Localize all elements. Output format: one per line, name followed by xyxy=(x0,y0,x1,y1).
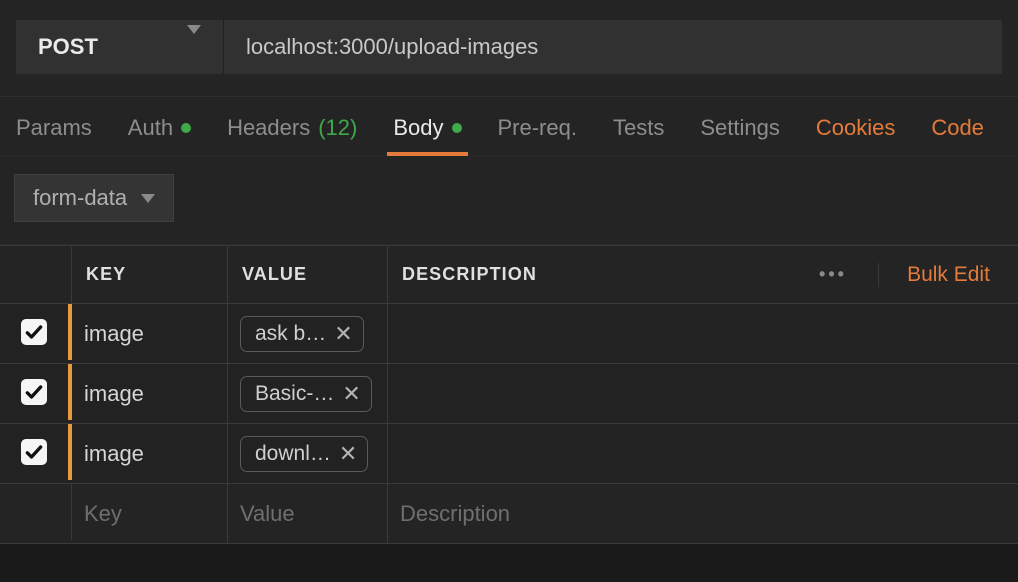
http-method-label: POST xyxy=(38,34,98,60)
row-key-input[interactable]: image xyxy=(72,304,228,363)
file-chip-label: Basic-… xyxy=(255,382,334,406)
file-chip[interactable]: Basic-… ✕ xyxy=(240,376,372,412)
row-value-cell: Basic-… ✕ xyxy=(228,364,388,423)
close-icon[interactable]: ✕ xyxy=(334,321,352,347)
code-link-label: Code xyxy=(931,115,984,141)
description-placeholder[interactable]: Description xyxy=(400,501,510,527)
body-type-select[interactable]: form-data xyxy=(14,174,174,222)
row-check-cell xyxy=(0,304,72,360)
chevron-down-icon xyxy=(141,194,155,203)
tab-prereq-label: Pre-req. xyxy=(498,115,577,141)
file-chip-label: downl… xyxy=(255,442,331,466)
file-chip[interactable]: downl… ✕ xyxy=(240,436,368,472)
row-check-cell xyxy=(0,364,72,420)
row-checkbox[interactable] xyxy=(21,379,47,405)
row-checkbox[interactable] xyxy=(21,439,47,465)
bulk-edit-link[interactable]: Bulk Edit xyxy=(878,263,1018,287)
ellipsis-icon: ••• xyxy=(819,264,847,285)
row-description-input[interactable] xyxy=(388,424,1018,483)
col-description-header[interactable]: DESCRIPTION xyxy=(388,246,788,303)
key-placeholder[interactable]: Key xyxy=(84,501,122,527)
request-tabs: Params Auth Headers (12) Body Pre-req. T… xyxy=(0,96,1018,155)
tab-headers-label: Headers xyxy=(227,115,310,141)
row-value-cell: ask b… ✕ xyxy=(228,304,388,363)
row-checkbox[interactable] xyxy=(21,319,47,345)
row-description-input[interactable] xyxy=(388,364,1018,423)
table-row: image downl… ✕ xyxy=(0,424,1018,484)
tab-headers-count: (12) xyxy=(318,115,357,141)
col-value-header[interactable]: VALUE xyxy=(228,246,388,303)
request-url-text: localhost:3000/upload-images xyxy=(246,34,538,60)
close-icon[interactable]: ✕ xyxy=(339,441,357,467)
tab-tests-label: Tests xyxy=(613,115,664,141)
body-subbar: form-data xyxy=(0,155,1018,245)
value-placeholder[interactable]: Value xyxy=(240,501,295,527)
status-dot-icon xyxy=(452,123,462,133)
code-link[interactable]: Code xyxy=(925,103,990,155)
col-description-label: DESCRIPTION xyxy=(402,264,537,285)
tab-tests[interactable]: Tests xyxy=(607,103,670,155)
close-icon[interactable]: ✕ xyxy=(342,381,360,407)
row-key-input[interactable]: image xyxy=(72,364,228,423)
row-check-placeholder xyxy=(0,484,72,540)
request-url-input[interactable]: localhost:3000/upload-images xyxy=(224,20,1002,74)
more-options-button[interactable]: ••• xyxy=(788,264,878,285)
col-key-header[interactable]: KEY xyxy=(72,246,228,303)
body-type-label: form-data xyxy=(33,185,127,211)
request-bar: POST localhost:3000/upload-images xyxy=(0,0,1018,96)
row-key-input[interactable]: image xyxy=(72,424,228,483)
cookies-link[interactable]: Cookies xyxy=(810,103,901,155)
cookies-link-label: Cookies xyxy=(816,115,895,141)
bulk-edit-label: Bulk Edit xyxy=(907,263,990,287)
row-description-input[interactable] xyxy=(388,304,1018,363)
kv-rows: image ask b… ✕ image Basic-… ✕ image downl… ✕ xyxy=(0,304,1018,484)
http-method-select[interactable]: POST xyxy=(16,20,224,74)
tab-auth[interactable]: Auth xyxy=(122,103,197,155)
tab-body-label: Body xyxy=(393,115,443,141)
file-chip[interactable]: ask b… ✕ xyxy=(240,316,364,352)
kv-header-row: KEY VALUE DESCRIPTION ••• Bulk Edit xyxy=(0,245,1018,304)
tab-headers[interactable]: Headers (12) xyxy=(221,103,363,155)
chevron-down-icon xyxy=(187,34,201,60)
tab-params[interactable]: Params xyxy=(10,103,98,155)
tab-body[interactable]: Body xyxy=(387,103,467,155)
col-check xyxy=(0,247,72,303)
tab-params-label: Params xyxy=(16,115,92,141)
tab-settings[interactable]: Settings xyxy=(694,103,786,155)
file-chip-label: ask b… xyxy=(255,322,326,346)
table-row: image Basic-… ✕ xyxy=(0,364,1018,424)
row-check-cell xyxy=(0,424,72,480)
row-value-cell: downl… ✕ xyxy=(228,424,388,483)
tab-prereq[interactable]: Pre-req. xyxy=(492,103,583,155)
table-row: image ask b… ✕ xyxy=(0,304,1018,364)
status-dot-icon xyxy=(181,123,191,133)
tab-auth-label: Auth xyxy=(128,115,173,141)
tab-settings-label: Settings xyxy=(700,115,780,141)
kv-new-row[interactable]: Key Value Description xyxy=(0,484,1018,544)
